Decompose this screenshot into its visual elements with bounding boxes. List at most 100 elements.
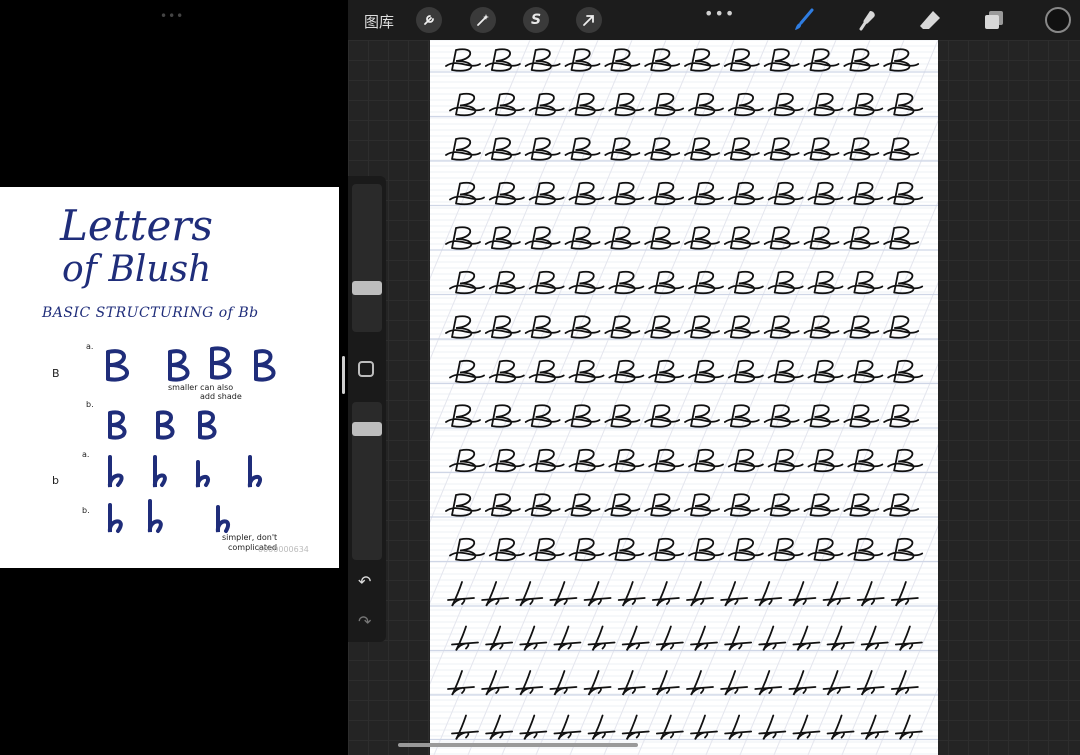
letter-B-stroke bbox=[648, 448, 685, 473]
letter-b-stroke bbox=[826, 625, 855, 651]
svg-text:a.: a. bbox=[86, 342, 93, 351]
letter-B-stroke bbox=[688, 181, 724, 206]
brush-size-slider[interactable] bbox=[352, 184, 382, 332]
letter-B-stroke bbox=[488, 270, 525, 295]
letter-b-stroke bbox=[720, 670, 749, 696]
letter-b-stroke bbox=[894, 625, 923, 651]
letter-b-stroke bbox=[515, 670, 544, 696]
letter-B-stroke bbox=[807, 448, 844, 473]
opacity-thumb[interactable] bbox=[352, 422, 382, 436]
letter-B-stroke bbox=[684, 493, 720, 517]
letter-b-stroke bbox=[553, 625, 582, 651]
letter-B-stroke bbox=[723, 315, 760, 339]
letter-b-stroke bbox=[856, 670, 885, 696]
letter-b-stroke bbox=[822, 670, 851, 696]
letter-B-stroke bbox=[723, 48, 760, 72]
letter-B-stroke bbox=[727, 448, 764, 473]
brush-size-thumb[interactable] bbox=[352, 281, 382, 295]
letter-B-stroke bbox=[843, 315, 880, 339]
letter-B-stroke bbox=[803, 493, 840, 517]
letter-B-stroke bbox=[449, 270, 485, 295]
letter-b-stroke bbox=[724, 625, 753, 651]
reference-note-2: add shade bbox=[200, 392, 242, 401]
letter-B-stroke bbox=[445, 48, 481, 72]
sidebar-handle[interactable] bbox=[342, 356, 345, 394]
letter-B-stroke bbox=[803, 315, 840, 339]
reference-note-1: smaller can also bbox=[168, 383, 234, 392]
reference-illustrations: B b a. b. a. b. bbox=[52, 342, 276, 533]
canvas-document[interactable] bbox=[430, 40, 938, 755]
letter-B-stroke bbox=[488, 448, 525, 473]
letter-B-stroke bbox=[604, 48, 641, 72]
letter-B-stroke bbox=[528, 448, 565, 473]
letter-b-stroke bbox=[758, 625, 787, 651]
letter-b-stroke bbox=[792, 625, 821, 651]
letter-b-stroke bbox=[651, 670, 680, 696]
letter-B-stroke bbox=[608, 448, 645, 473]
split-view-left: ••• Letters of Blush BASIC STRUCTURING o… bbox=[0, 0, 348, 755]
letter-B-stroke bbox=[564, 48, 601, 72]
letter-b-stroke bbox=[583, 670, 612, 696]
letter-B-stroke bbox=[648, 270, 685, 295]
letter-B-stroke bbox=[767, 181, 804, 206]
letter-b-stroke bbox=[587, 625, 616, 651]
letter-B-stroke bbox=[568, 448, 605, 473]
letter-b-stroke bbox=[621, 625, 650, 651]
eraser-icon[interactable] bbox=[918, 8, 942, 32]
letter-B-stroke bbox=[445, 493, 481, 517]
home-indicator bbox=[398, 743, 638, 747]
more-options-icon[interactable]: ••• bbox=[704, 4, 735, 23]
letter-b-stroke bbox=[890, 670, 919, 696]
reference-watermark: 0000000634 bbox=[258, 545, 309, 554]
letter-b-stroke bbox=[686, 670, 714, 696]
redo-icon[interactable]: ↷ bbox=[358, 612, 371, 631]
letter-b-stroke bbox=[788, 670, 817, 696]
modify-button[interactable] bbox=[358, 361, 374, 377]
letter-B-stroke bbox=[484, 493, 521, 517]
letter-b-stroke bbox=[754, 670, 783, 696]
smudge-icon[interactable] bbox=[856, 8, 880, 32]
letter-b-stroke bbox=[617, 670, 646, 696]
letter-B-stroke bbox=[763, 315, 800, 339]
split-handle[interactable]: ••• bbox=[160, 9, 184, 23]
reference-image: Letters of Blush BASIC STRUCTURING of Bb bbox=[0, 187, 339, 568]
letter-B-stroke bbox=[843, 48, 880, 72]
letter-B-stroke bbox=[847, 270, 884, 295]
letter-B-stroke bbox=[688, 448, 724, 473]
letter-B-stroke bbox=[767, 448, 804, 473]
letter-B-stroke bbox=[688, 270, 724, 295]
letter-B-stroke bbox=[767, 270, 804, 295]
label-B: B bbox=[52, 367, 60, 380]
letter-B-stroke bbox=[847, 448, 884, 473]
brush-icon[interactable] bbox=[792, 8, 816, 32]
letter-B-stroke bbox=[528, 181, 565, 206]
procreate-canvas-area: 图库 S ••• ↶ ↷ bbox=[342, 0, 1080, 755]
svg-text:b.: b. bbox=[86, 400, 94, 409]
letter-B-stroke bbox=[564, 493, 601, 517]
color-picker-swatch[interactable] bbox=[1045, 7, 1071, 33]
letter-B-stroke bbox=[843, 493, 880, 517]
letter-B-stroke bbox=[887, 181, 924, 206]
letter-B-stroke bbox=[723, 493, 760, 517]
letter-B-stroke bbox=[644, 493, 681, 517]
letter-B-stroke bbox=[644, 48, 681, 72]
letter-B-stroke bbox=[524, 493, 561, 517]
letter-b-stroke bbox=[519, 625, 548, 651]
letter-B-stroke bbox=[807, 181, 844, 206]
practice-sheet bbox=[430, 40, 938, 755]
letter-B-stroke bbox=[883, 48, 920, 72]
letter-B-stroke bbox=[887, 448, 924, 473]
letter-b-stroke bbox=[655, 625, 684, 651]
magic-wand-icon[interactable] bbox=[470, 7, 496, 33]
letter-B-stroke bbox=[684, 48, 720, 72]
letter-B-stroke bbox=[484, 48, 521, 72]
undo-icon[interactable]: ↶ bbox=[358, 572, 371, 591]
selection-icon[interactable]: S bbox=[523, 7, 549, 33]
arrow-icon[interactable] bbox=[576, 7, 602, 33]
wrench-icon[interactable] bbox=[416, 7, 442, 33]
layers-icon[interactable] bbox=[982, 8, 1006, 32]
letter-b-stroke bbox=[860, 625, 889, 651]
svg-text:b.: b. bbox=[82, 506, 90, 515]
gallery-button[interactable]: 图库 bbox=[364, 11, 394, 32]
letter-B-stroke bbox=[524, 48, 561, 72]
